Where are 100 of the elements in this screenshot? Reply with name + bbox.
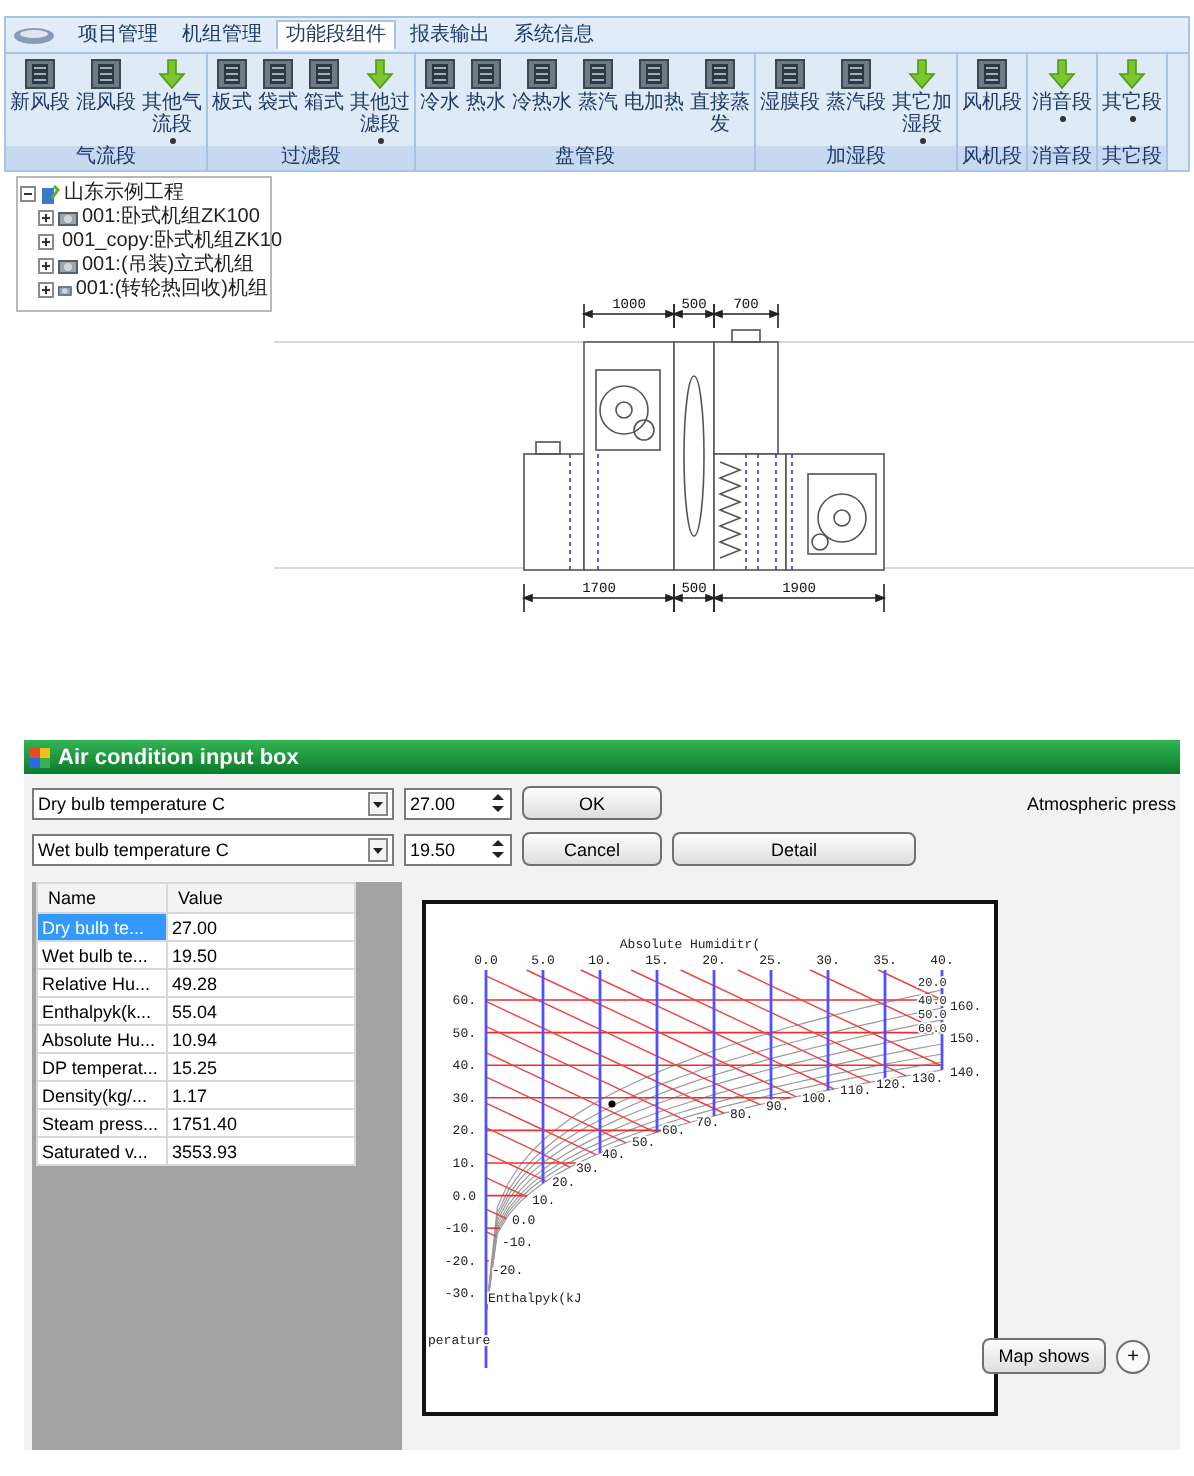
table-cell[interactable]: Absolute Hu...: [37, 1025, 167, 1053]
table-cell[interactable]: Enthalpyk(k...: [37, 997, 167, 1025]
table-cell[interactable]: Density(kg/...: [37, 1081, 167, 1109]
ribbon-button[interactable]: 电加热: [622, 58, 686, 144]
value-spinner[interactable]: 27.00: [404, 787, 512, 819]
unit-icon: [58, 209, 78, 227]
section-panel-icon: [976, 58, 1008, 90]
tree-toggle-icon[interactable]: [38, 234, 54, 250]
group-label: 气流段: [6, 146, 206, 170]
arrow-down-icon: [1046, 58, 1078, 90]
tree-toggle-icon[interactable]: [20, 186, 36, 202]
section-panel-icon: [216, 58, 248, 90]
tree-toggle-icon[interactable]: [38, 282, 54, 298]
ribbon-button[interactable]: 湿膜段: [758, 58, 822, 144]
section-panel-icon: [582, 58, 614, 90]
spinner-arrows-icon: [492, 792, 504, 814]
section-panel-icon: [526, 58, 558, 90]
parameter-dropdown[interactable]: Dry bulb temperature C: [32, 787, 394, 819]
ribbon-button[interactable]: 其它加湿段: [890, 58, 954, 144]
section-panel-icon: [24, 58, 56, 90]
tree-toggle-icon[interactable]: [38, 210, 54, 226]
ribbon-button[interactable]: 混风段: [74, 58, 138, 144]
dropdown-dot-icon: [1059, 116, 1065, 122]
arrow-down-icon: [364, 58, 396, 90]
value-spinner[interactable]: 19.50: [404, 833, 512, 865]
unit-icon: [58, 257, 78, 275]
section-panel-icon: [704, 58, 736, 90]
ribbon-button[interactable]: 冷水: [418, 58, 462, 144]
ribbon-tab[interactable]: 项目管理: [68, 20, 168, 50]
ribbon-tab[interactable]: 功能段组件: [276, 20, 396, 50]
dropdown-dot-icon: [377, 138, 383, 144]
tree-item[interactable]: 001:(吊装)立式机组: [82, 254, 255, 278]
group-label: 风机段: [958, 146, 1026, 170]
table-cell: 27.00: [167, 913, 355, 941]
table-cell: 49.28: [167, 969, 355, 997]
tree-item[interactable]: 001:卧式机组ZK100: [82, 206, 260, 230]
map-shows-button[interactable]: Map shows: [982, 1338, 1106, 1374]
section-panel-icon: [840, 58, 872, 90]
ribbon-button[interactable]: 其它段: [1100, 58, 1164, 144]
dropdown-dot-icon: [1129, 116, 1135, 122]
section-panel-icon: [470, 58, 502, 90]
column-header: Name: [37, 883, 167, 913]
table-cell[interactable]: Steam press...: [37, 1109, 167, 1137]
ribbon-button[interactable]: 热水: [464, 58, 508, 144]
add-button[interactable]: +: [1116, 1339, 1150, 1373]
ribbon-button[interactable]: 袋式: [256, 58, 300, 144]
table-cell[interactable]: Wet bulb te...: [37, 941, 167, 969]
group-label: 盘管段: [416, 146, 754, 170]
tree-item[interactable]: 001:(转轮热回收)机组: [75, 278, 268, 302]
ribbon-tab[interactable]: 系统信息: [504, 20, 604, 50]
tree-item[interactable]: 山东示例工程: [64, 182, 184, 206]
ribbon-button[interactable]: 蒸汽段: [824, 58, 888, 144]
pressure-label: Atmospheric press: [1026, 793, 1178, 813]
group-label: 消音段: [1028, 146, 1096, 170]
ribbon-button[interactable]: 冷热水: [510, 58, 574, 144]
group-label: 过滤段: [208, 146, 414, 170]
ribbon-tab[interactable]: 机组管理: [172, 20, 272, 50]
table-cell[interactable]: DP temperat...: [37, 1053, 167, 1081]
table-cell[interactable]: Saturated v...: [37, 1137, 167, 1165]
arrow-down-icon: [156, 58, 188, 90]
table-cell: 3553.93: [167, 1137, 355, 1165]
dialog-button[interactable]: OK: [522, 786, 662, 820]
ribbon-button[interactable]: 新风段: [8, 58, 72, 144]
table-cell: 19.50: [167, 941, 355, 969]
ribbon-button[interactable]: 板式: [210, 58, 254, 144]
section-panel-icon: [90, 58, 122, 90]
state-point: [608, 1100, 616, 1108]
table-cell: 10.94: [167, 1025, 355, 1053]
table-cell: 15.25: [167, 1053, 355, 1081]
section-panel-icon: [262, 58, 294, 90]
group-label: 加湿段: [756, 146, 956, 170]
ribbon-button[interactable]: 直接蒸发: [688, 58, 752, 144]
dialog-button[interactable]: Cancel: [522, 832, 662, 866]
arrow-down-icon: [906, 58, 938, 90]
arrow-down-icon: [1116, 58, 1148, 90]
table-cell: 55.04: [167, 997, 355, 1025]
tree-toggle-icon[interactable]: [38, 258, 54, 274]
ribbon-button[interactable]: 箱式: [302, 58, 346, 144]
table-cell[interactable]: Relative Hu...: [37, 969, 167, 997]
dropdown-dot-icon: [169, 138, 175, 144]
parameter-dropdown[interactable]: Wet bulb temperature C: [32, 833, 394, 865]
ribbon-button[interactable]: 风机段: [960, 58, 1024, 144]
window-title: Air condition input box: [58, 745, 299, 769]
section-panel-icon: [308, 58, 340, 90]
table-cell: 1.17: [167, 1081, 355, 1109]
unit-icon: [58, 281, 72, 299]
ribbon-button[interactable]: 消音段: [1030, 58, 1094, 144]
ribbon-button[interactable]: 蒸汽: [576, 58, 620, 144]
dropdown-dot-icon: [919, 138, 925, 144]
ribbon-button[interactable]: 其他过滤段: [348, 58, 412, 144]
section-panel-icon: [774, 58, 806, 90]
ribbon-tab[interactable]: 报表输出: [400, 20, 500, 50]
app-icon: [30, 747, 50, 767]
table-cell: 1751.40: [167, 1109, 355, 1137]
tree-item[interactable]: 001_copy:卧式机组ZK10: [62, 230, 283, 254]
ribbon-button[interactable]: 其他气流段: [140, 58, 204, 144]
project-icon: [40, 183, 60, 205]
column-header: Value: [167, 883, 355, 913]
dialog-button[interactable]: Detail: [672, 832, 916, 866]
section-panel-icon: [638, 58, 670, 90]
